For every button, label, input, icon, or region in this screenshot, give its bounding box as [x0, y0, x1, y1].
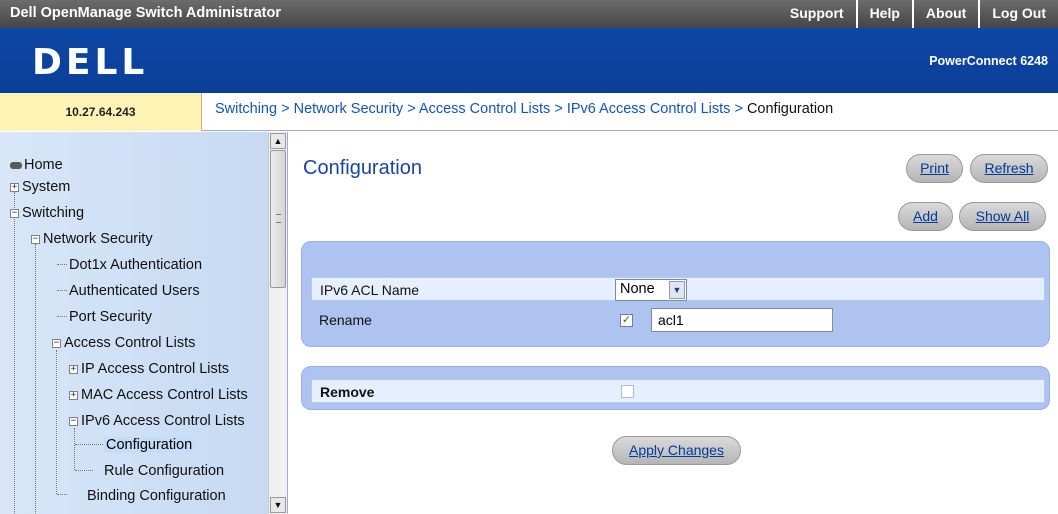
scroll-thumb[interactable]	[270, 150, 286, 288]
top-links: Support Help About Log Out	[778, 0, 1058, 28]
nav-scrollbar[interactable]: ▲ ▼	[268, 132, 287, 514]
page-title: Configuration	[303, 157, 422, 179]
nav-network-security[interactable]: − Network Security	[31, 228, 153, 250]
acl-name-row: IPv6 ACL Name None ▼	[311, 277, 1045, 301]
nav-binding-configuration-label: Binding Configuration	[87, 488, 226, 504]
tree-line	[14, 192, 15, 514]
about-link[interactable]: About	[911, 0, 978, 28]
remove-label: Remove	[320, 384, 375, 400]
nav-dot1x-label: Dot1x Authentication	[69, 257, 203, 273]
top-bar: Dell OpenManage Switch Administrator Sup…	[0, 0, 1058, 28]
collapse-icon[interactable]: −	[52, 338, 61, 348]
tree-line	[75, 470, 93, 471]
acl-config-panel: IPv6 ACL Name None ▼ Rename ✓ acl1	[301, 241, 1050, 347]
nav-ipv6-acl-label: IPv6 Access Control Lists	[81, 413, 245, 429]
collapse-icon[interactable]: −	[10, 208, 19, 218]
breadcrumb-switching[interactable]: Switching	[215, 101, 277, 117]
product-name: PowerConnect 6248	[929, 54, 1048, 68]
breadcrumb-access-control-lists[interactable]: Access Control Lists	[419, 101, 550, 117]
tree-line	[56, 350, 57, 494]
scroll-up-icon[interactable]: ▲	[270, 133, 286, 149]
nav-home-label: Home	[24, 157, 63, 173]
nav-authenticated-users[interactable]: Authenticated Users	[69, 280, 200, 302]
remove-panel: Remove	[301, 366, 1050, 410]
support-link[interactable]: Support	[778, 0, 856, 28]
expand-icon[interactable]: +	[69, 364, 78, 374]
nav-home[interactable]: Home	[10, 154, 63, 176]
breadcrumb-separator: >	[281, 101, 294, 117]
acl-name-select-value: None	[620, 281, 655, 297]
scroll-down-icon[interactable]: ▼	[270, 497, 286, 513]
nav-rule-configuration[interactable]: Rule Configuration	[104, 460, 224, 482]
nav-switching[interactable]: − Switching	[10, 202, 84, 224]
expand-icon[interactable]: +	[10, 182, 19, 192]
nav-network-security-label: Network Security	[43, 231, 153, 247]
refresh-button[interactable]: Refresh	[970, 154, 1048, 183]
app-title: Dell OpenManage Switch Administrator	[10, 5, 281, 21]
switch-ip-address: 10.27.64.243	[0, 93, 202, 131]
rename-label: Rename	[319, 312, 372, 328]
tree-line	[57, 264, 67, 265]
nav-port-security[interactable]: Port Security	[69, 306, 152, 328]
breadcrumb: Switching > Network Security > Access Co…	[215, 101, 833, 117]
nav-configuration[interactable]: Configuration	[104, 434, 195, 456]
breadcrumb-separator: >	[554, 101, 567, 117]
remove-row: Remove	[311, 379, 1045, 403]
nav-binding-configuration[interactable]: Binding Configuration	[87, 485, 226, 507]
nav-ip-acl-label: IP Access Control Lists	[81, 361, 230, 377]
breadcrumb-ipv6-acl[interactable]: IPv6 Access Control Lists	[567, 101, 731, 117]
left-nav: Home + System − Switching − Network Secu…	[0, 132, 288, 514]
breadcrumb-current: Configuration	[746, 101, 834, 117]
nav-port-security-label: Port Security	[69, 309, 152, 325]
expand-icon[interactable]: +	[69, 390, 78, 400]
acl-name-label: IPv6 ACL Name	[320, 282, 420, 298]
breadcrumb-network-security[interactable]: Network Security	[294, 101, 404, 117]
rename-input[interactable]: acl1	[651, 308, 833, 332]
banner: DELL PowerConnect 6248	[0, 28, 1058, 93]
print-button[interactable]: Print	[906, 154, 963, 183]
remove-checkbox[interactable]	[621, 385, 634, 398]
add-button[interactable]: Add	[898, 202, 953, 231]
chevron-down-icon[interactable]: ▼	[669, 281, 685, 299]
breadcrumb-separator: >	[734, 101, 747, 117]
nav-rule-configuration-label: Rule Configuration	[104, 463, 225, 479]
nav-dot1x-authentication[interactable]: Dot1x Authentication	[69, 254, 202, 276]
breadcrumb-separator: >	[407, 101, 419, 117]
tree-line	[74, 428, 75, 470]
nav-ip-acl[interactable]: + IP Access Control Lists	[69, 358, 229, 380]
nav-access-control-lists[interactable]: − Access Control Lists	[52, 332, 195, 354]
tree-line	[57, 290, 67, 291]
info-row: 10.27.64.243 Switching > Network Securit…	[0, 93, 1058, 131]
nav-acl-label: Access Control Lists	[64, 335, 196, 351]
rename-checkbox[interactable]: ✓	[620, 314, 633, 327]
home-icon	[10, 161, 22, 169]
logout-link[interactable]: Log Out	[978, 0, 1058, 28]
show-all-button[interactable]: Show All	[959, 202, 1046, 231]
dell-logo: DELL	[32, 42, 149, 83]
rename-row: Rename ✓ acl1	[311, 308, 1045, 332]
nav-configuration-label: Configuration	[104, 437, 195, 453]
nav-mac-acl[interactable]: + MAC Access Control Lists	[69, 384, 248, 406]
tree-line	[57, 494, 67, 495]
tree-line	[35, 244, 36, 514]
acl-name-select[interactable]: None ▼	[615, 279, 687, 301]
nav-system-label: System	[22, 179, 71, 195]
help-link[interactable]: Help	[855, 0, 912, 28]
nav-switching-label: Switching	[22, 205, 85, 221]
tree-line	[57, 316, 67, 317]
nav-auth-users-label: Authenticated Users	[69, 283, 200, 299]
nav-system[interactable]: + System	[10, 176, 70, 198]
collapse-icon[interactable]: −	[31, 234, 40, 244]
tree-line	[75, 444, 103, 445]
collapse-icon[interactable]: −	[69, 416, 78, 426]
nav-ipv6-acl[interactable]: − IPv6 Access Control Lists	[69, 410, 245, 432]
nav-mac-acl-label: MAC Access Control Lists	[81, 387, 248, 403]
apply-changes-button[interactable]: Apply Changes	[612, 436, 741, 465]
